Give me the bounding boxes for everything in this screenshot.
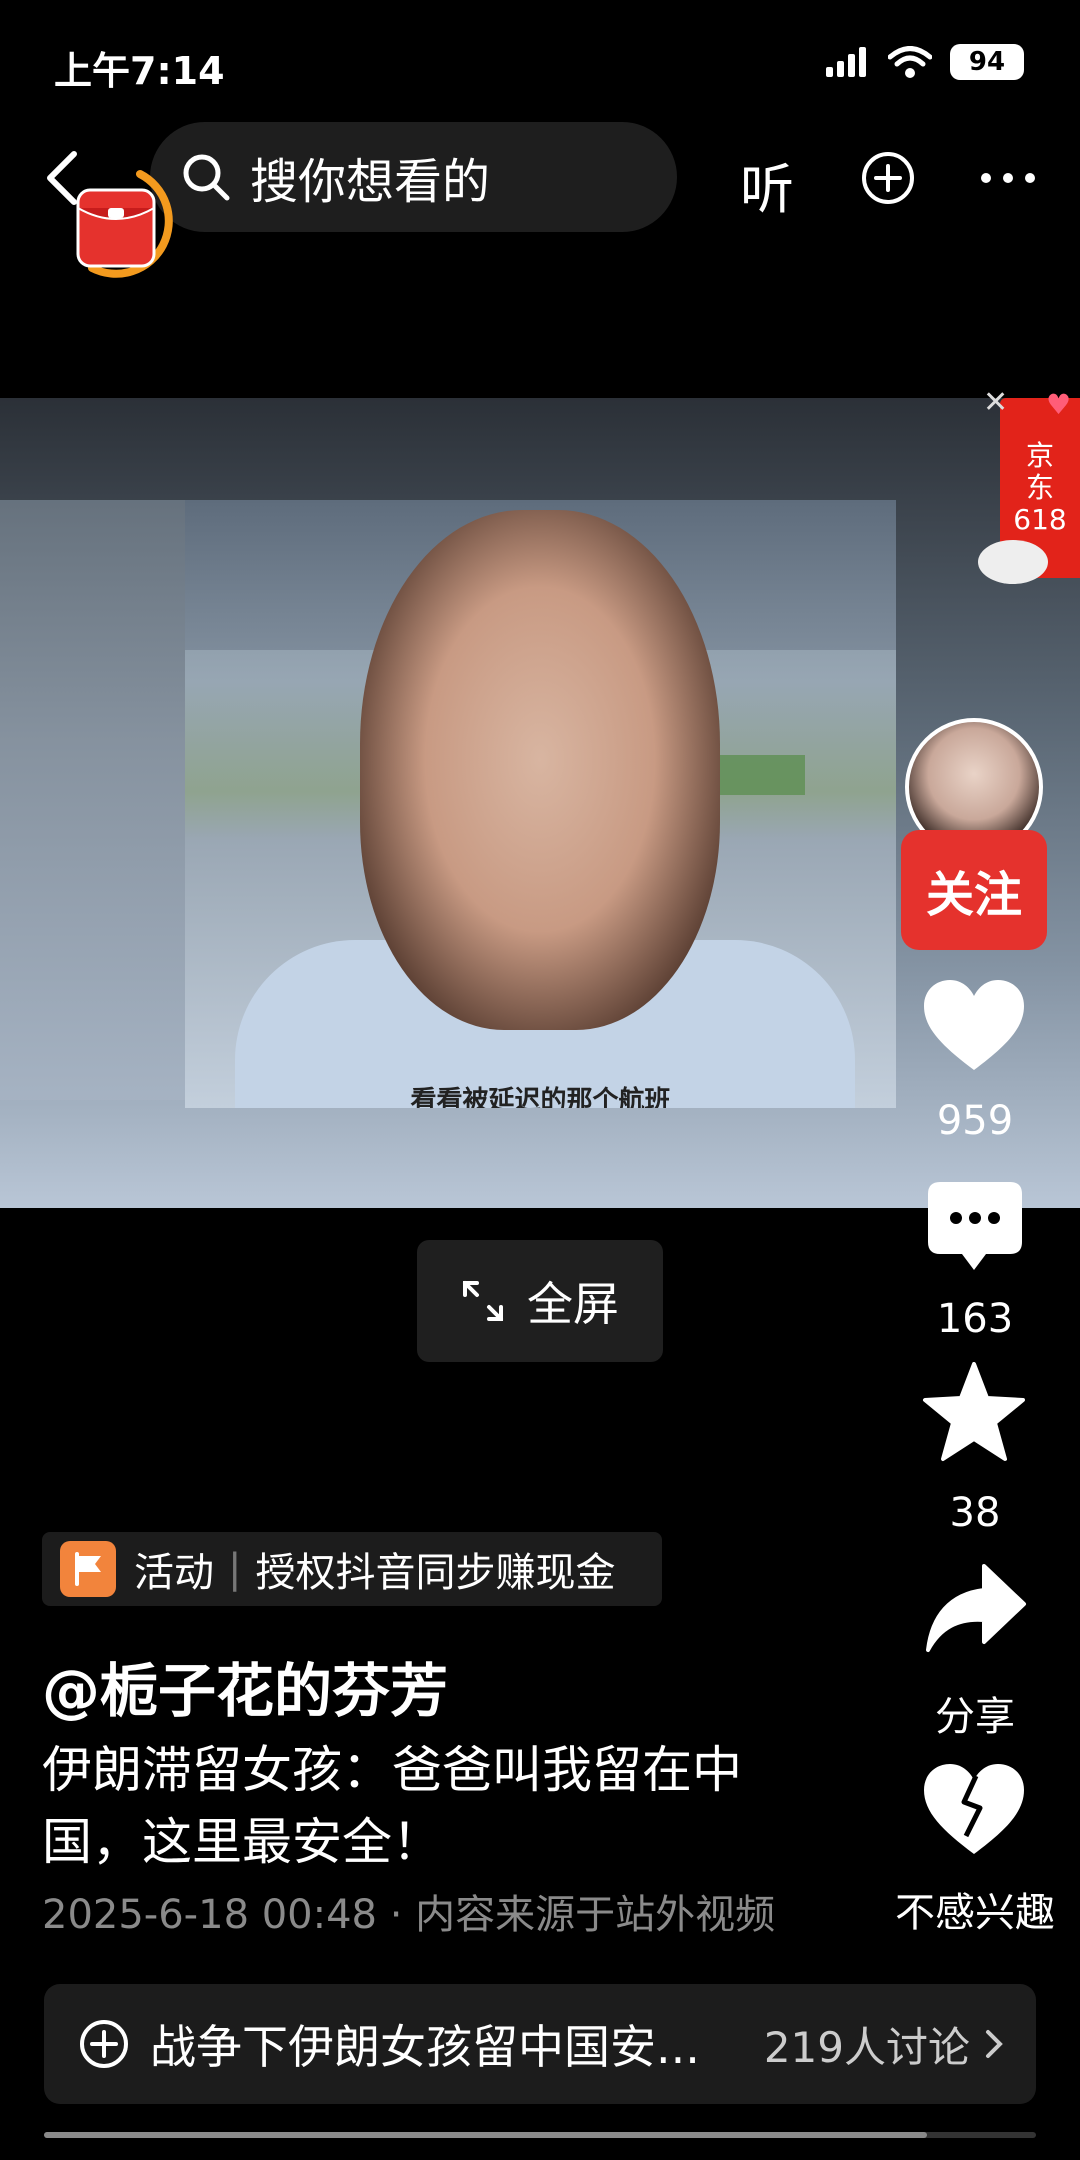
- wifi-icon: [888, 46, 932, 78]
- video-blurred-background: [0, 500, 185, 1100]
- jd-mascot-icon: [978, 540, 1048, 584]
- expand-icon: [463, 1281, 503, 1321]
- activity-separator: |: [228, 1546, 242, 1592]
- broken-heart-icon[interactable]: [922, 1762, 1026, 1858]
- heart-badge-icon: ♥: [1046, 388, 1072, 421]
- activity-tag[interactable]: 活动 | 授权抖音同步赚现金: [42, 1532, 662, 1606]
- jd-badge-line1: 京: [1025, 439, 1054, 472]
- author-name[interactable]: @栀子花的芬芳: [42, 1644, 448, 1728]
- search-bar[interactable]: 搜你想看的: [150, 122, 677, 232]
- star-icon[interactable]: [922, 1362, 1026, 1462]
- topic-bar[interactable]: 战争下伊朗女孩留中国安... 219人讨论: [44, 1984, 1036, 2104]
- add-circle-icon: [80, 2020, 128, 2068]
- follow-button[interactable]: 关注: [901, 830, 1047, 950]
- fullscreen-label: 全屏: [527, 1277, 619, 1331]
- more-options-icon[interactable]: [978, 168, 1038, 188]
- battery-indicator: 94: [950, 44, 1024, 80]
- activity-text: 授权抖音同步赚现金: [255, 1550, 616, 1596]
- post-caption: 伊朗滞留女孩：爸爸叫我留在中国，这里最安全！: [42, 1741, 742, 1871]
- share-arrow-icon[interactable]: [924, 1562, 1028, 1658]
- jd-badge-line2: 东: [1025, 471, 1054, 504]
- status-time: 上午7:14: [54, 49, 225, 93]
- chevron-right-icon: [986, 2030, 1003, 2058]
- topic-discussion-count: 219人讨论: [763, 2022, 970, 2072]
- comment-count: 163: [936, 1296, 1014, 1342]
- cellular-signal-icon: [826, 47, 866, 77]
- share-label: 分享: [935, 1694, 1015, 1740]
- heart-icon[interactable]: [922, 978, 1026, 1074]
- video-subtitle: 看看被延迟的那个航班: [410, 1086, 671, 1108]
- video-progress-fill: [44, 2132, 927, 2138]
- add-circle-icon[interactable]: [860, 150, 916, 206]
- video-person-face: [360, 510, 720, 1030]
- flag-icon: [60, 1541, 116, 1597]
- status-icons: 94: [826, 44, 1024, 80]
- not-interested-label: 不感兴趣: [895, 1890, 1055, 1936]
- topic-title: 战争下伊朗女孩留中国安...: [150, 2020, 700, 2074]
- comment-icon[interactable]: [926, 1180, 1024, 1272]
- post-meta: 2025-6-18 00:48 · 内容来源于站外视频: [42, 1892, 776, 1938]
- video-frame[interactable]: 看看被延迟的那个航班: [185, 500, 896, 1108]
- activity-label: 活动: [134, 1550, 214, 1596]
- search-placeholder: 搜你想看的: [250, 154, 491, 210]
- favorite-count: 38: [949, 1490, 1001, 1536]
- like-count: 959: [936, 1098, 1014, 1144]
- close-icon[interactable]: ✕: [983, 385, 1008, 420]
- red-packet-icon[interactable]: [70, 168, 190, 288]
- fullscreen-button[interactable]: 全屏: [417, 1240, 663, 1362]
- jd-badge-line3: 618: [1013, 503, 1067, 536]
- listen-button[interactable]: 听: [740, 145, 794, 224]
